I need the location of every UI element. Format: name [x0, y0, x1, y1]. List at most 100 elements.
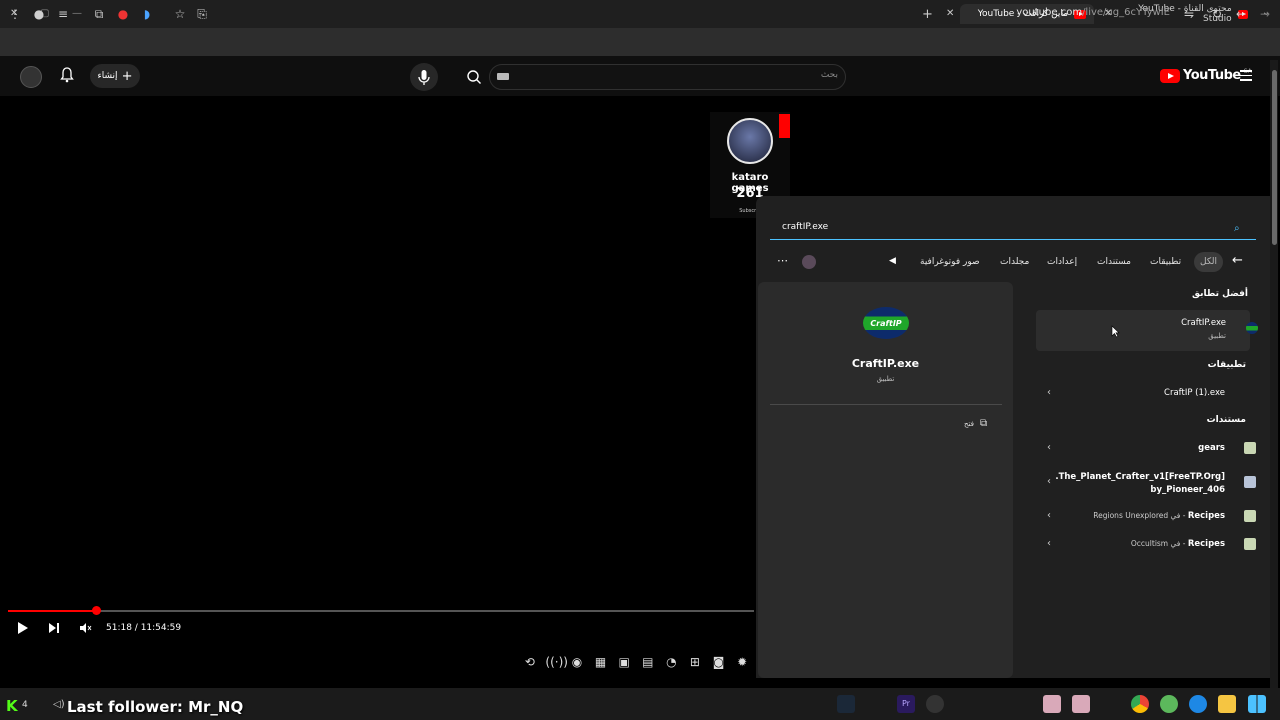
- filter-folders[interactable]: مجلدات: [994, 252, 1035, 272]
- document-name-line2: 406_by_Pioneer: [1150, 485, 1225, 495]
- repeat-icon[interactable]: ⟲: [522, 655, 538, 669]
- chevron-left-icon[interactable]: ‹: [1047, 538, 1051, 549]
- preview-pane: [758, 282, 1013, 678]
- open-action[interactable]: ⧉ فتح: [964, 418, 987, 429]
- next-icon[interactable]: [47, 621, 61, 635]
- search-button[interactable]: [456, 64, 492, 90]
- settings-gear-icon[interactable]: ✹: [734, 655, 750, 669]
- document-name: Recipes: [1187, 511, 1225, 521]
- pinned-app-icon[interactable]: [1043, 695, 1061, 713]
- document-result[interactable]: [FreeTP.Org]The_Planet_Crafter_v1. 406_b…: [1055, 471, 1225, 497]
- last-follower-overlay: Last follower: Mr_NQ: [67, 698, 244, 716]
- craftip-app-logo: CraftIP: [863, 307, 909, 339]
- search-input[interactable]: [489, 64, 846, 90]
- audio-waves-icon[interactable]: ((·)): [545, 655, 568, 669]
- video-progress-knob[interactable]: [92, 606, 101, 615]
- kick-count: 4: [22, 700, 28, 710]
- edge-app-icon[interactable]: [1189, 695, 1207, 713]
- best-match-result[interactable]: [1036, 310, 1250, 351]
- craftip-icon: [1246, 322, 1258, 334]
- screenshot-camera-icon[interactable]: ◙: [711, 655, 727, 669]
- url-domain: youtube.com: [1016, 7, 1083, 18]
- extension-icon[interactable]: ●: [32, 7, 46, 21]
- window-minimize-icon[interactable]: —: [72, 8, 82, 19]
- reload-icon[interactable]: ↻: [1210, 7, 1224, 21]
- url-text[interactable]: youtube.com/live/ug_6cYTywIE: [1016, 7, 1170, 18]
- search-icon: ⌕: [1234, 223, 1240, 234]
- add-frame-icon[interactable]: ⊞: [687, 655, 703, 669]
- back-arrow-icon[interactable]: ←: [1232, 253, 1243, 268]
- chevron-left-icon[interactable]: ‹: [1047, 442, 1051, 453]
- youtube-play-logo-icon: [1160, 68, 1180, 83]
- windows-search-input[interactable]: craftIP.exe: [770, 218, 1256, 240]
- chevron-left-icon[interactable]: ‹: [1047, 476, 1051, 487]
- bookmark-star-icon[interactable]: ☆: [173, 7, 187, 21]
- back-arrow-icon[interactable]: ←: [1234, 7, 1248, 21]
- video-time: 51:18 / 11:54:59: [106, 623, 182, 633]
- cinema-mode-icon[interactable]: ▤: [640, 655, 656, 669]
- forward-arrow-icon[interactable]: →: [1258, 7, 1272, 21]
- green-app-icon[interactable]: [1160, 695, 1178, 713]
- voice-search-button[interactable]: [410, 63, 438, 91]
- playlist-icon[interactable]: ≡: [56, 7, 70, 21]
- extensions-puzzle-icon[interactable]: ⧉: [92, 7, 106, 21]
- app-result[interactable]: CraftIP (1).exe: [1164, 388, 1225, 398]
- search-icon: [467, 70, 481, 84]
- user-avatar-icon[interactable]: [802, 255, 816, 269]
- document-file-icon: [1244, 538, 1256, 550]
- craftip-logo-text: CraftIP: [870, 318, 902, 328]
- scrollbar-thumb[interactable]: [1272, 70, 1277, 245]
- hamburger-menu-icon[interactable]: [1240, 70, 1252, 84]
- document-result[interactable]: Recipes - في Regions Unexplored: [1093, 511, 1225, 521]
- document-result[interactable]: gears: [1198, 443, 1225, 453]
- tab-close-icon[interactable]: ✕: [946, 8, 954, 19]
- filter-photos[interactable]: صور فوتوغرافية: [914, 252, 986, 272]
- player-extension-toolbar: ⟲ ((·)) ◉ ▦ ▣ ▤ ◔ ⊞ ◙ ✹: [518, 652, 754, 672]
- filter-apps[interactable]: تطبيقات: [1144, 252, 1187, 272]
- read-aloud-icon[interactable]: ◗: [140, 7, 154, 21]
- chevron-left-icon[interactable]: ‹: [1047, 510, 1051, 521]
- speaker-tray-icon[interactable]: ◁): [53, 699, 65, 710]
- channel-card-accent: [779, 114, 790, 138]
- obs-app-icon[interactable]: [926, 695, 944, 713]
- create-button[interactable]: + إنشاء: [90, 64, 140, 88]
- search-placeholder: بحث: [820, 70, 838, 80]
- document-result[interactable]: Recipes - في Occultism: [1131, 539, 1225, 549]
- document-file-icon: [1244, 510, 1256, 522]
- notifications-bell-icon[interactable]: [60, 67, 74, 83]
- menu-dots-icon[interactable]: ⋮: [8, 7, 22, 21]
- chevron-left-icon[interactable]: ‹: [1047, 387, 1051, 398]
- filter-documents[interactable]: مستندات: [1091, 252, 1137, 272]
- filter-all[interactable]: الكل: [1194, 252, 1224, 272]
- premiere-app-icon[interactable]: Pr: [897, 695, 915, 713]
- document-name: gears: [1198, 443, 1225, 453]
- address-bar-row: [0, 28, 1280, 56]
- pinned-app-icon[interactable]: [1072, 695, 1090, 713]
- play-icon[interactable]: [16, 621, 30, 635]
- filter-scroll-arrow-icon[interactable]: ◀: [889, 256, 896, 266]
- eye-icon[interactable]: ◉: [569, 655, 585, 669]
- youtube-logo[interactable]: YouTube SA: [1160, 68, 1252, 83]
- account-avatar[interactable]: [20, 66, 42, 88]
- filter-settings[interactable]: إعدادات: [1041, 252, 1083, 272]
- windows-start-icon[interactable]: [1248, 695, 1266, 713]
- filmstrip-icon[interactable]: ▦: [593, 655, 609, 669]
- document-location: - في Occultism: [1130, 539, 1188, 548]
- site-settings-icon[interactable]: ⇋: [1182, 7, 1196, 21]
- document-file-icon: [1244, 476, 1256, 488]
- more-options-icon[interactable]: ⋯: [777, 254, 788, 267]
- video-progress-bar[interactable]: [8, 610, 754, 612]
- keyboard-icon[interactable]: [497, 73, 509, 80]
- video-progress-fill: [8, 610, 96, 612]
- kick-logo-icon: K: [6, 697, 18, 715]
- new-tab-icon[interactable]: +: [922, 7, 933, 22]
- cast-icon[interactable]: ⎘: [195, 7, 209, 21]
- steam-app-icon[interactable]: [837, 695, 855, 713]
- picture-in-picture-icon[interactable]: ▣: [616, 655, 632, 669]
- file-explorer-icon[interactable]: [1218, 695, 1236, 713]
- plus-icon: +: [121, 68, 133, 84]
- volume-icon[interactable]: [78, 621, 92, 635]
- speed-gauge-icon[interactable]: ◔: [663, 655, 679, 669]
- chrome-app-icon[interactable]: [1131, 695, 1149, 713]
- adblock-icon[interactable]: ●: [116, 7, 130, 21]
